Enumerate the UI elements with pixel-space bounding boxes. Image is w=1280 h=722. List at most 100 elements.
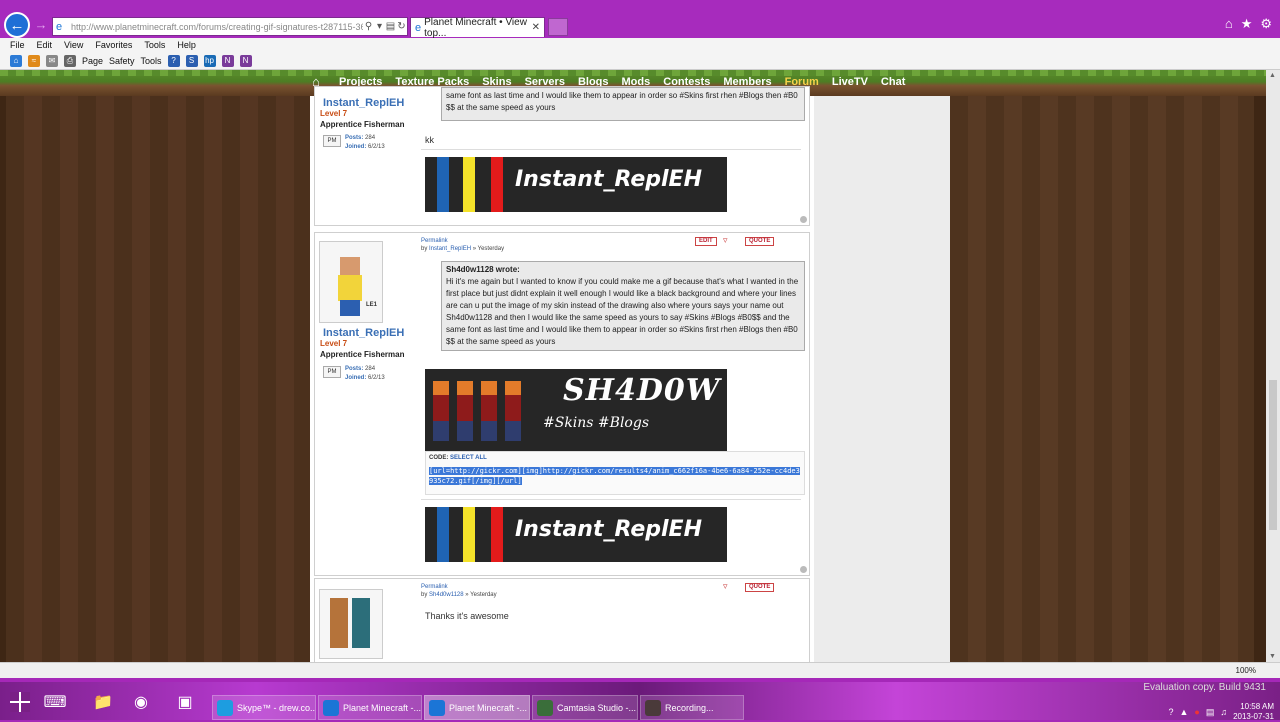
quote-block: Sh4d0w1128 wrote: Hi it's me again but I… <box>441 261 805 351</box>
favorites-star-icon[interactable]: ★ <box>1241 16 1253 32</box>
author-rank: Apprentice Fisherman <box>320 350 405 359</box>
sh4d0w-gif-image: SH4D0W #Skins #Blogs <box>425 369 727 451</box>
back-button[interactable]: ← <box>4 12 30 38</box>
new-tab-button[interactable] <box>548 18 568 36</box>
avatar[interactable]: LE1 <box>319 241 383 323</box>
taskbar-app-label: Camtasia Studio -... <box>557 702 637 713</box>
clock-time: 10:58 AM <box>1240 702 1274 711</box>
help-icon[interactable]: ? <box>167 54 180 67</box>
code-block: CODE: SELECT ALL [url=http://gickr.com][… <box>425 451 805 495</box>
menu-edit[interactable]: Edit <box>37 40 53 50</box>
right-gutter <box>814 96 950 662</box>
home-icon[interactable]: ⌂ <box>1225 16 1233 32</box>
taskbar-app-ie-2[interactable]: Planet Minecraft -... <box>424 695 530 720</box>
minecraft-icon[interactable]: ▣ <box>168 688 202 716</box>
avatar[interactable] <box>319 589 383 659</box>
post-author-link[interactable]: Sh4d0w1128 <box>429 592 464 598</box>
file-explorer-icon[interactable]: 📁 <box>86 688 120 716</box>
report-flag-icon[interactable]: ▿ <box>723 582 732 591</box>
joined-label: Joined: <box>345 144 367 150</box>
post-author-link[interactable]: Instant_ReplEH <box>429 246 471 252</box>
address-url[interactable]: http://www.planetminecraft.com/forums/cr… <box>71 22 363 32</box>
author-name[interactable]: Instant_ReplEH <box>323 97 404 109</box>
edit-button[interactable]: EDIT <box>695 237 717 246</box>
post-meta: Permalink by Instant_ReplEH » Yesterday <box>421 237 504 253</box>
print-icon[interactable]: ⎙ <box>64 54 76 67</box>
lock-icon: ▤ <box>385 21 396 32</box>
menu-help[interactable]: Help <box>177 40 196 50</box>
forward-button[interactable]: → <box>32 15 50 33</box>
quote-button[interactable]: QUOTE <box>745 583 775 592</box>
post-options-icon[interactable] <box>800 216 807 223</box>
quote-line: $$ at the same speed as yours <box>446 337 556 346</box>
hp-icon[interactable]: hp <box>203 54 216 67</box>
nav-chat[interactable]: Chat <box>881 76 905 88</box>
cmd-safety[interactable]: Safety <box>109 56 135 66</box>
evaluation-watermark: Evaluation copy. Build 9431 <box>1143 682 1266 693</box>
cmd-page[interactable]: Page <box>82 56 103 66</box>
zoom-level[interactable]: 100% <box>1236 666 1256 675</box>
taskbar: Evaluation copy. Build 9431 ⌨ 📁 ◉ ▣ Skyp… <box>0 682 1280 722</box>
signature-text: Instant_ReplEH <box>515 517 702 542</box>
gif-subtitle-text: #Skins #Blogs <box>543 415 650 431</box>
post-options-icon[interactable] <box>800 566 807 573</box>
search-icon[interactable]: ⚲ <box>363 21 374 32</box>
scroll-up-icon[interactable]: ▲ <box>1269 72 1276 79</box>
taskbar-app-skype[interactable]: Skype™ - drew.co... <box>212 695 316 720</box>
pm-button[interactable]: PM <box>323 135 341 147</box>
feeds-icon[interactable]: ≈ <box>28 54 40 67</box>
volume-icon[interactable]: ♫ <box>1220 707 1227 717</box>
clock[interactable]: 10:58 AM 2013-07-31 <box>1233 702 1274 722</box>
nav-livetv[interactable]: LiveTV <box>832 76 868 88</box>
taskbar-app-recording[interactable]: Recording... <box>640 695 744 720</box>
menu-favorites[interactable]: Favorites <box>95 40 132 50</box>
permalink-link[interactable]: Permalink <box>421 584 448 590</box>
network-icon[interactable]: ▤ <box>1206 707 1215 718</box>
quote-line: Sh4d0w1128 and then I would like the sam… <box>446 313 790 322</box>
show-hidden-icon[interactable]: ▲ <box>1179 707 1188 717</box>
refresh-icon[interactable]: ↻ <box>396 21 407 32</box>
start-button[interactable] <box>10 692 30 712</box>
select-all-link[interactable]: SELECT ALL <box>450 455 487 461</box>
onenote-icon[interactable]: N <box>221 54 234 67</box>
menu-view[interactable]: View <box>64 40 83 50</box>
scroll-thumb[interactable] <box>1269 380 1277 530</box>
signature-image: Instant_ReplEH <box>425 157 727 212</box>
keyboard-icon[interactable]: ⌨ <box>38 688 72 716</box>
taskbar-app-camtasia[interactable]: Camtasia Studio -... <box>532 695 638 720</box>
address-bar[interactable]: e http://www.planetminecraft.com/forums/… <box>52 17 408 36</box>
menu-file[interactable]: File <box>10 40 25 50</box>
menu-bar: File Edit View Favorites Tools Help <box>0 38 1280 52</box>
post-time: » Yesterday <box>472 246 505 252</box>
posts-count: 284 <box>365 135 376 141</box>
background-right <box>950 96 1254 662</box>
camtasia-icon <box>537 699 553 716</box>
recording-icon <box>645 699 661 716</box>
taskbar-app-ie-1[interactable]: Planet Minecraft -... <box>318 695 422 720</box>
author-name[interactable]: Instant_ReplEH <box>323 327 404 339</box>
menu-tools[interactable]: Tools <box>144 40 165 50</box>
dropdown-icon[interactable]: ▾ <box>374 21 385 32</box>
help-tray-icon[interactable]: ? <box>1168 707 1173 717</box>
media-player-icon[interactable]: ◉ <box>124 688 158 716</box>
report-flag-icon[interactable]: ▿ <box>723 236 732 245</box>
permalink-link[interactable]: Permalink <box>421 238 448 244</box>
tab-planet-minecraft[interactable]: e Planet Minecraft • View top... ✕ <box>410 17 545 39</box>
pm-button[interactable]: PM <box>323 366 341 378</box>
posts-label: Posts: <box>345 135 364 141</box>
code-label: CODE: <box>429 455 449 461</box>
ie-page-icon: e <box>56 20 63 33</box>
onenote-linked-icon[interactable]: N <box>239 54 252 67</box>
scroll-down-icon[interactable]: ▼ <box>1269 653 1276 660</box>
home-cmd-icon[interactable]: ⌂ <box>10 54 22 67</box>
vertical-scrollbar[interactable]: ▲ ▼ <box>1266 70 1280 662</box>
code-text[interactable]: [url=http://gickr.com][img]http://gickr.… <box>429 467 800 485</box>
close-tab-icon[interactable]: ✕ <box>532 22 540 33</box>
web-content: ⌂ Projects Texture Packs Skins Servers B… <box>0 70 1266 662</box>
record-tray-icon[interactable]: ● <box>1194 707 1199 717</box>
skype-addon-icon[interactable]: S <box>185 54 198 67</box>
settings-gear-icon[interactable]: ⚙ <box>1260 16 1272 32</box>
cmd-tools[interactable]: Tools <box>141 56 162 66</box>
mail-icon[interactable]: ✉ <box>46 54 58 67</box>
quote-button[interactable]: QUOTE <box>745 237 775 246</box>
